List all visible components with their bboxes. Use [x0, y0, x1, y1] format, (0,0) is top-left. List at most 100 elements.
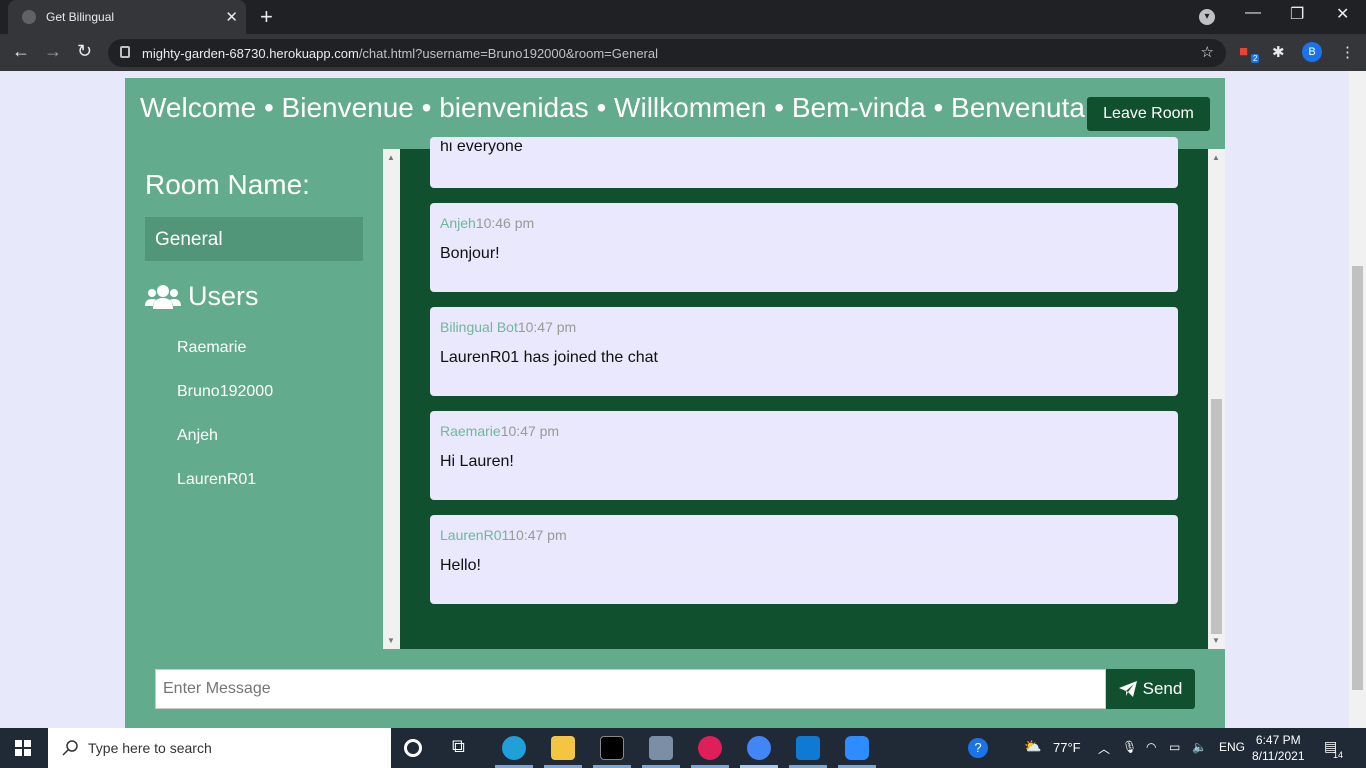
scroll-up-arrow-icon[interactable]: ▲	[387, 153, 395, 162]
message-text: Bonjour!	[440, 245, 500, 262]
file-explorer-icon[interactable]	[551, 736, 575, 760]
browser-tab-bar: Get Bilingual ✕ + ▾ — ❐ ✕	[0, 0, 1366, 34]
users-list: Raemarie Bruno192000 Anjeh LaurenR01	[177, 339, 273, 515]
edge-icon[interactable]	[502, 736, 526, 760]
message-text: Hi Lauren!	[440, 453, 514, 470]
message-author: Anjeh	[440, 215, 476, 231]
message-time: 10:46 pm	[475, 215, 535, 231]
lock-icon	[120, 46, 130, 58]
battery-icon[interactable]: ▭	[1169, 740, 1180, 754]
task-view-icon[interactable]: ⧉	[452, 736, 476, 760]
users-heading: Users	[145, 281, 259, 312]
tray-chevron-icon[interactable]: ︿	[1098, 740, 1110, 757]
clock-time: 6:47 PM	[1255, 733, 1301, 747]
close-window-button[interactable]: ✕	[1336, 4, 1349, 24]
taskbar-search[interactable]: Type here to search	[48, 728, 391, 768]
notification-count: 14	[1333, 750, 1344, 760]
chat-messages[interactable]: ▲ ▼ hi everyone Anjeh10:46 pm Bonjour! B…	[383, 137, 1225, 649]
clock-date: 8/11/2021	[1252, 749, 1305, 763]
message: Bilingual Bot10:47 pm LaurenR01 has join…	[430, 307, 1178, 396]
user-item: Raemarie	[177, 339, 247, 356]
search-icon	[62, 740, 78, 756]
message: LaurenR0110:47 pm Hello!	[430, 515, 1178, 604]
extension-badge: 2	[1251, 54, 1260, 63]
chat-app: Welcome • Bienvenue • bienvenidas • Will…	[125, 78, 1225, 728]
zoom-icon[interactable]	[845, 736, 869, 760]
clock[interactable]: 6:47 PM 8/11/2021	[1252, 732, 1305, 764]
message-meta: Anjeh10:46 pm	[440, 215, 1168, 235]
user-item: Bruno192000	[177, 383, 274, 400]
room-name-heading: Room Name:	[145, 169, 310, 200]
windows-taskbar: Type here to search ⧉ ? ⛅ 77°F ︿ 🎙 ◠ ▭ 🔈…	[0, 728, 1366, 768]
bookmark-star-icon[interactable]: ☆	[1201, 43, 1214, 61]
message-time: 10:47 pm	[500, 423, 560, 439]
scroll-down-arrow-icon[interactable]: ▼	[387, 636, 395, 645]
tab-search-icon[interactable]: ▾	[1199, 9, 1215, 25]
windows-start-icon[interactable]	[15, 740, 31, 756]
leave-room-button[interactable]: Leave Room	[1087, 97, 1210, 131]
message-text: LaurenR01 has joined the chat	[440, 349, 658, 366]
message-meta: Bilingual Bot10:47 pm	[440, 319, 1168, 339]
page-scrollbar-thumb[interactable]	[1352, 266, 1363, 690]
users-icon	[145, 284, 181, 309]
back-button[interactable]: ←	[12, 41, 30, 62]
message-author: LaurenR01	[440, 527, 509, 543]
chat-sidebar: Room Name: General Users Raemarie Bruno1…	[125, 149, 383, 649]
weather-temperature[interactable]: 77°F	[1053, 740, 1081, 755]
send-button[interactable]: Send	[1106, 669, 1195, 709]
reload-button[interactable]: ↻	[77, 41, 92, 62]
url-host: mighty-garden-68730.herokuapp.com	[142, 45, 359, 61]
restore-button[interactable]: ❐	[1290, 4, 1304, 24]
browser-tab[interactable]: Get Bilingual ✕	[8, 0, 246, 34]
image-viewer-icon[interactable]	[649, 736, 673, 760]
weather-icon[interactable]: ⛅	[1024, 738, 1041, 755]
wifi-icon[interactable]: ◠	[1146, 740, 1156, 754]
chat-scroll-down-icon[interactable]: ▼	[1212, 636, 1220, 645]
users-heading-label: Users	[188, 281, 259, 311]
chat-left-scroll-track[interactable]	[383, 149, 400, 649]
chat-scroll-up-icon[interactable]: ▲	[1212, 153, 1220, 162]
new-tab-button[interactable]: +	[260, 4, 273, 30]
message-composer: Send	[125, 649, 1225, 728]
room-name-value: General	[145, 217, 363, 261]
close-tab-icon[interactable]: ✕	[225, 8, 238, 26]
minimize-button[interactable]: —	[1245, 4, 1261, 22]
url-path: /chat.html?username=Bruno192000&room=Gen…	[358, 45, 658, 61]
language-indicator[interactable]: ENG	[1219, 740, 1245, 754]
paper-plane-icon	[1118, 681, 1137, 697]
message-input[interactable]	[155, 669, 1106, 709]
chrome-icon[interactable]	[747, 736, 771, 760]
help-icon[interactable]: ?	[968, 738, 988, 758]
extensions-puzzle-icon[interactable]: ✱	[1272, 43, 1285, 61]
message: hi everyone	[430, 137, 1178, 188]
browser-menu-icon[interactable]: ⋮	[1340, 43, 1355, 61]
message-time: 10:47 pm	[508, 527, 567, 543]
user-item: Anjeh	[177, 427, 218, 444]
message-text: hi everyone	[440, 141, 523, 155]
chat-scrollbar-thumb[interactable]	[1211, 399, 1222, 634]
send-label: Send	[1142, 679, 1183, 698]
vscode-icon[interactable]	[796, 736, 820, 760]
message-author: Raemarie	[440, 423, 501, 439]
page-title: Welcome • Bienvenue • bienvenidas • Will…	[140, 92, 1085, 123]
globe-icon	[22, 10, 36, 24]
message-meta: Raemarie10:47 pm	[440, 423, 1168, 443]
terminal-icon[interactable]	[600, 736, 624, 760]
address-bar[interactable]: mighty-garden-68730.herokuapp.com /chat.…	[108, 39, 1226, 67]
profile-avatar[interactable]: B	[1302, 42, 1322, 62]
tab-title: Get Bilingual	[46, 10, 115, 24]
cortana-icon[interactable]	[404, 739, 422, 757]
message: Anjeh10:46 pm Bonjour!	[430, 203, 1178, 292]
slack-icon[interactable]	[698, 736, 722, 760]
extension-icon[interactable]: ■	[1239, 43, 1248, 60]
browser-toolbar: ← → ↻ mighty-garden-68730.herokuapp.com …	[0, 34, 1366, 71]
message-author: Bilingual Bot	[440, 319, 518, 335]
message-text: Hello!	[440, 557, 481, 574]
microphone-icon[interactable]: 🎙	[1122, 740, 1137, 754]
volume-icon[interactable]: 🔈	[1192, 740, 1207, 754]
message: Raemarie10:47 pm Hi Lauren!	[430, 411, 1178, 500]
message-meta: LaurenR0110:47 pm	[440, 527, 1168, 547]
message-time: 10:47 pm	[517, 319, 577, 335]
forward-button[interactable]: →	[44, 41, 62, 62]
user-item: LaurenR01	[177, 471, 257, 488]
